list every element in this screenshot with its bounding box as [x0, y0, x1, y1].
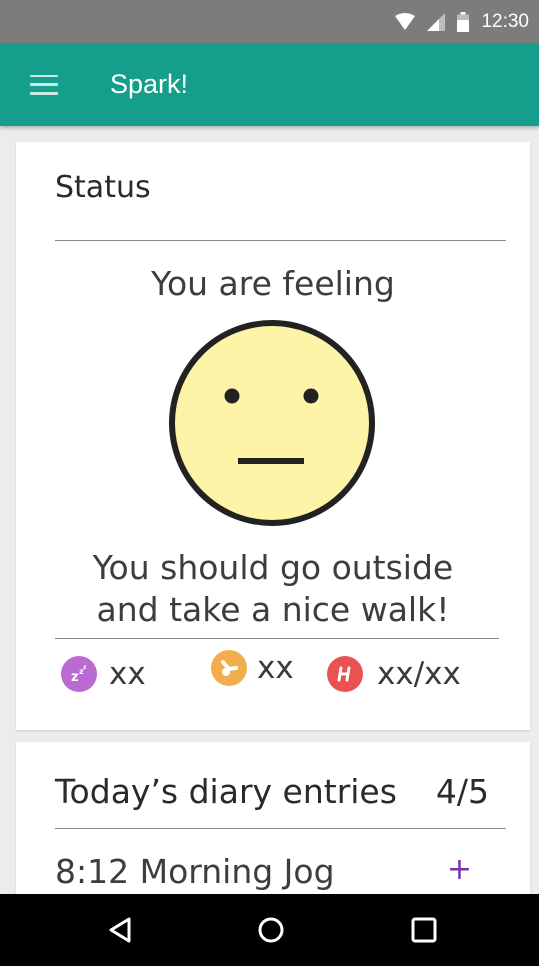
- neutral-face-icon: [169, 320, 375, 526]
- wifi-icon: [395, 12, 416, 31]
- recent-apps-icon[interactable]: [410, 916, 438, 944]
- svg-text:z: z: [71, 670, 79, 685]
- svg-text:z: z: [83, 664, 87, 671]
- advice-line-1: You should go outside: [92, 548, 454, 587]
- battery-icon: [457, 11, 470, 32]
- system-status-bar: 12:30: [0, 0, 539, 43]
- diary-entry-count: 4/5: [435, 772, 489, 811]
- heart-rate-value: xx/xx: [377, 656, 461, 692]
- diary-card: Today’s diary entries 4/5 8:12 Morning J…: [16, 742, 530, 902]
- clock-stat: xx: [211, 646, 294, 690]
- clock-icon: [211, 650, 247, 686]
- advice-message: You should go outside and take a nice wa…: [16, 547, 530, 631]
- app-title: Spark!: [110, 69, 189, 99]
- heart-rate-icon: [327, 656, 363, 692]
- system-navigation-bar: [0, 894, 539, 966]
- back-icon[interactable]: [107, 916, 135, 944]
- hamburger-menu-icon[interactable]: [30, 74, 58, 95]
- sleep-icon: zzz: [61, 656, 97, 692]
- status-card: Status You are feeling You should go out…: [16, 142, 530, 730]
- diary-title-divider: [55, 828, 506, 829]
- heart-rate-stat: xx/xx: [327, 652, 461, 696]
- diary-card-title: Today’s diary entries: [55, 772, 397, 811]
- feeling-label: You are feeling: [151, 264, 395, 303]
- add-entry-button[interactable]: +: [447, 852, 472, 887]
- stats-divider: [55, 638, 499, 639]
- status-title-divider: [55, 240, 506, 241]
- app-toolbar: Spark!: [0, 43, 539, 126]
- home-icon[interactable]: [257, 916, 285, 944]
- stats-row: zzz xx xx xx/xx: [16, 650, 530, 696]
- status-card-title: Status: [55, 170, 151, 205]
- sleep-value: xx: [109, 656, 146, 692]
- cellular-signal-icon: [427, 12, 446, 31]
- clock-time: 12:30: [481, 10, 529, 32]
- diary-entry-label[interactable]: 8:12 Morning Jog: [55, 852, 335, 891]
- sleep-stat: zzz xx: [61, 652, 146, 696]
- advice-line-2: and take a nice walk!: [96, 590, 450, 629]
- clock-value: xx: [257, 650, 294, 686]
